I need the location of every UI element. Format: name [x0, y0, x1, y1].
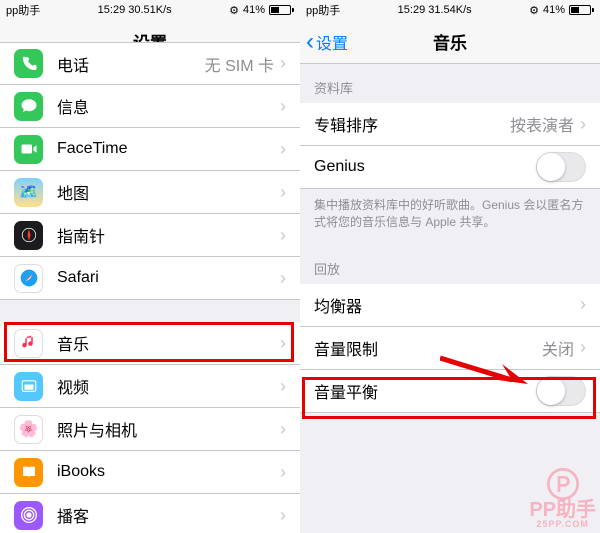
row-label: FaceTime — [57, 140, 280, 158]
net-speed: 31.54K/s — [428, 4, 471, 16]
podcast-icon — [14, 501, 43, 530]
music-list[interactable]: 资料库 专辑排序 按表演者 › Genius 集中播放资料库中的好听歌曲。Gen… — [300, 64, 600, 533]
row-compass[interactable]: 指南针 › — [0, 214, 300, 257]
row-label: 视频 — [57, 374, 280, 398]
music-settings-screen: pp助手 15:29 31.54K/s ⚙︎ 41% ‹ 设置 音乐 资料库 专… — [300, 0, 600, 533]
chevron-right-icon: › — [280, 505, 286, 526]
row-safari[interactable]: Safari › — [0, 257, 300, 300]
chevron-right-icon: › — [280, 376, 286, 397]
chevron-right-icon: › — [580, 114, 586, 135]
battery-pct: 41% — [243, 4, 265, 16]
row-label: 照片与相机 — [57, 417, 280, 441]
row-video[interactable]: 视频 › — [0, 365, 300, 408]
row-label: 信息 — [57, 94, 280, 118]
genius-toggle[interactable] — [536, 152, 586, 182]
phone-icon — [14, 49, 43, 78]
chevron-right-icon: › — [280, 139, 286, 160]
settings-list[interactable]: 电话 无 SIM 卡 › 信息 › FaceTime › 🗺️ 地图 › 指南针… — [0, 42, 300, 533]
row-phone[interactable]: 电话 无 SIM 卡 › — [0, 42, 300, 85]
time-label: 15:29 — [98, 4, 126, 16]
status-bar: pp助手 15:29 30.51K/s ⚙︎ 41% — [0, 0, 300, 20]
watermark-title: PP助手 — [529, 499, 596, 521]
compass-icon — [14, 221, 43, 250]
facetime-icon — [14, 135, 43, 164]
time-label: 15:29 — [398, 4, 426, 16]
row-label: 音量限制 — [314, 336, 542, 360]
chevron-right-icon: › — [280, 225, 286, 246]
row-label: Safari — [57, 269, 280, 287]
status-bar: pp助手 15:29 31.54K/s ⚙︎ 41% — [300, 0, 600, 20]
row-label: 均衡器 — [314, 293, 580, 317]
maps-icon: 🗺️ — [14, 178, 43, 207]
music-icon — [14, 329, 43, 358]
chevron-right-icon: › — [280, 96, 286, 117]
row-label: Genius — [314, 158, 536, 176]
net-speed: 30.51K/s — [128, 4, 171, 16]
battery-pct: 41% — [543, 4, 565, 16]
chevron-right-icon: › — [280, 419, 286, 440]
row-album-sort[interactable]: 专辑排序 按表演者 › — [300, 103, 600, 146]
chevron-right-icon: › — [280, 333, 286, 354]
row-label: iBooks — [57, 463, 280, 481]
row-messages[interactable]: 信息 › — [0, 85, 300, 128]
row-label: 电话 — [57, 52, 205, 76]
genius-footer: 集中播放资料库中的好听歌曲。Genius 会以匿名方式将您的音乐信息与 Appl… — [300, 189, 600, 245]
chevron-right-icon: › — [580, 337, 586, 358]
ibooks-icon — [14, 458, 43, 487]
section-playback-header: 回放 — [300, 245, 600, 284]
section-library-header: 资料库 — [300, 64, 600, 103]
row-photos[interactable]: 🌸 照片与相机 › — [0, 408, 300, 451]
nav-bar: ‹ 设置 音乐 — [300, 20, 600, 64]
chevron-right-icon: › — [280, 53, 286, 74]
battery-icon — [269, 5, 294, 15]
row-facetime[interactable]: FaceTime › — [0, 128, 300, 171]
row-label: 播客 — [57, 503, 280, 527]
battery-icon — [569, 5, 594, 15]
row-podcast[interactable]: 播客 › — [0, 494, 300, 533]
row-eq[interactable]: 均衡器 › — [300, 284, 600, 327]
settings-screen: pp助手 15:29 30.51K/s ⚙︎ 41% 设置 电话 无 SIM 卡… — [0, 0, 300, 533]
chevron-right-icon: › — [280, 182, 286, 203]
chevron-left-icon: ‹ — [306, 28, 314, 56]
row-volume-limit[interactable]: 音量限制 关闭 › — [300, 327, 600, 370]
watermark: PP助手 25PP.COM — [529, 468, 596, 529]
back-button[interactable]: ‹ 设置 — [306, 28, 348, 56]
message-icon — [14, 92, 43, 121]
chevron-right-icon: › — [280, 268, 286, 289]
page-title: 音乐 — [433, 29, 467, 54]
row-music[interactable]: 音乐 › — [0, 322, 300, 365]
row-label: 音量平衡 — [314, 379, 536, 403]
back-label: 设置 — [316, 30, 348, 54]
chevron-right-icon: › — [280, 462, 286, 483]
chevron-right-icon: › — [580, 294, 586, 315]
row-value: 无 SIM 卡 — [205, 52, 274, 76]
row-genius[interactable]: Genius — [300, 146, 600, 189]
row-sound-check[interactable]: 音量平衡 — [300, 370, 600, 413]
row-label: 指南针 — [57, 223, 280, 247]
row-value: 关闭 — [542, 336, 574, 360]
video-icon — [14, 372, 43, 401]
safari-icon — [14, 264, 43, 293]
row-value: 按表演者 — [510, 112, 574, 136]
watermark-url: 25PP.COM — [529, 520, 596, 529]
carrier-label: pp助手 — [306, 2, 340, 18]
row-label: 音乐 — [57, 331, 280, 355]
photos-icon: 🌸 — [14, 415, 43, 444]
row-label: 地图 — [57, 180, 280, 204]
row-maps[interactable]: 🗺️ 地图 › — [0, 171, 300, 214]
sound-check-toggle[interactable] — [536, 376, 586, 406]
row-label: 专辑排序 — [314, 112, 510, 136]
carrier-label: pp助手 — [6, 2, 40, 18]
row-ibooks[interactable]: iBooks › — [0, 451, 300, 494]
